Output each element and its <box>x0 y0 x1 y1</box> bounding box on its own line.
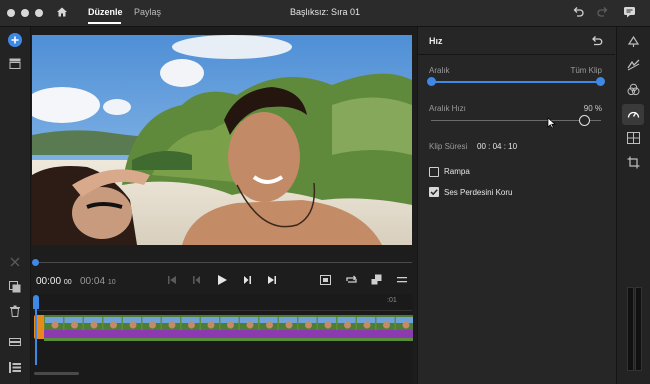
clip-thumbnail-face <box>71 321 78 329</box>
current-time: 00:00 00 <box>36 276 72 287</box>
clip-thumbnail-face <box>324 321 332 329</box>
clip-thumbnail-face <box>266 321 273 329</box>
chat-icon[interactable] <box>623 6 636 18</box>
crop-icon[interactable] <box>627 156 640 169</box>
clip-duration-label: Klip Süresi <box>429 142 468 151</box>
scissors-icon[interactable] <box>9 256 21 268</box>
loop-icon[interactable] <box>346 275 357 285</box>
playhead-line <box>35 305 37 365</box>
clip-thumbnail-face <box>149 321 156 329</box>
mouse-cursor-icon <box>547 117 556 129</box>
range-value: Tüm Klip <box>570 66 602 75</box>
plus-icon[interactable] <box>8 33 22 47</box>
go-to-start-icon[interactable] <box>167 275 177 285</box>
ruler-mark: :01 <box>387 297 397 304</box>
rate-slider-track[interactable] <box>431 120 601 121</box>
rate-value: 90 % <box>583 104 602 113</box>
track-list-icon[interactable] <box>9 362 21 373</box>
rate-label: Aralık Hızı <box>429 104 466 113</box>
clip-duration-value: 00 : 04 : 10 <box>477 142 518 151</box>
audio-meter-right <box>635 287 642 371</box>
panel-title: Hız <box>429 36 443 46</box>
panel-divider <box>417 54 615 55</box>
play-icon[interactable] <box>217 274 228 286</box>
active-tab-indicator <box>88 22 121 24</box>
menu-icon[interactable] <box>397 276 407 284</box>
preview-scrubber-track[interactable] <box>34 262 412 263</box>
range-label: Aralık <box>429 66 450 75</box>
clip-thumbnail-face <box>344 321 351 329</box>
timeline-ruler <box>34 310 412 311</box>
reset-icon[interactable] <box>591 35 603 46</box>
clip-thumbnail-face <box>363 321 371 329</box>
clip-thumbnail-face <box>383 321 390 329</box>
ramp-checkbox[interactable] <box>429 167 439 177</box>
transition-icon[interactable] <box>627 59 640 71</box>
title-bar: Düzenle Paylaş Başlıksız: Sıra 01 <box>0 0 650 27</box>
clip-thumbnail-face <box>110 321 117 329</box>
timeline-scrollbar[interactable] <box>34 372 79 375</box>
clip-thumbnail-face <box>129 321 137 329</box>
clip-thumbnail-face <box>51 321 59 329</box>
clip-thumbnail-face <box>227 321 234 329</box>
color-icon[interactable] <box>627 83 640 96</box>
range-slider-track[interactable] <box>431 81 601 83</box>
trash-icon[interactable] <box>9 305 21 317</box>
total-duration: 00:04 10 <box>80 276 116 287</box>
step-forward-icon[interactable] <box>242 275 252 285</box>
rate-slider-handle[interactable] <box>579 115 590 126</box>
step-back-icon[interactable] <box>192 275 202 285</box>
video-preview[interactable] <box>32 35 412 245</box>
maintain-pitch-label: Ses Perdesini Koru <box>444 188 513 197</box>
maintain-pitch-checkbox[interactable] <box>429 187 439 197</box>
clip-thumbnail-face <box>305 321 312 329</box>
duplicate-icon[interactable] <box>9 281 21 293</box>
clip-thumbnail-face <box>207 321 215 329</box>
audio-clip[interactable] <box>44 330 413 338</box>
clip-thumbnail-face <box>90 321 98 329</box>
left-toolbar <box>0 27 31 384</box>
clip-thumbnail-face <box>188 321 195 329</box>
crop-rotate-icon[interactable] <box>627 35 640 48</box>
clip-thumbnail-face <box>246 321 254 329</box>
layout-grid-icon[interactable] <box>627 132 640 144</box>
redo-icon[interactable] <box>597 6 609 18</box>
speedometer-icon[interactable] <box>627 108 640 121</box>
preview-scrubber-handle[interactable] <box>32 259 39 266</box>
go-to-end-icon[interactable] <box>267 275 277 285</box>
fit-frame-icon[interactable] <box>320 275 331 285</box>
clip-thumbnail-face <box>402 321 410 329</box>
window-title: Başlıksız: Sıra 01 <box>289 7 361 17</box>
fit-icon[interactable] <box>9 338 21 346</box>
media-bin-icon[interactable] <box>9 58 21 69</box>
undo-icon[interactable] <box>572 6 584 18</box>
aspect-ratio-icon[interactable] <box>371 274 382 285</box>
ramp-label: Rampa <box>444 167 470 176</box>
audio-meter-left <box>627 287 634 371</box>
clip-thumbnail-face <box>285 321 293 329</box>
clip-thumbnail-face <box>168 321 176 329</box>
range-start-handle[interactable] <box>427 77 436 86</box>
range-end-handle[interactable] <box>596 77 605 86</box>
